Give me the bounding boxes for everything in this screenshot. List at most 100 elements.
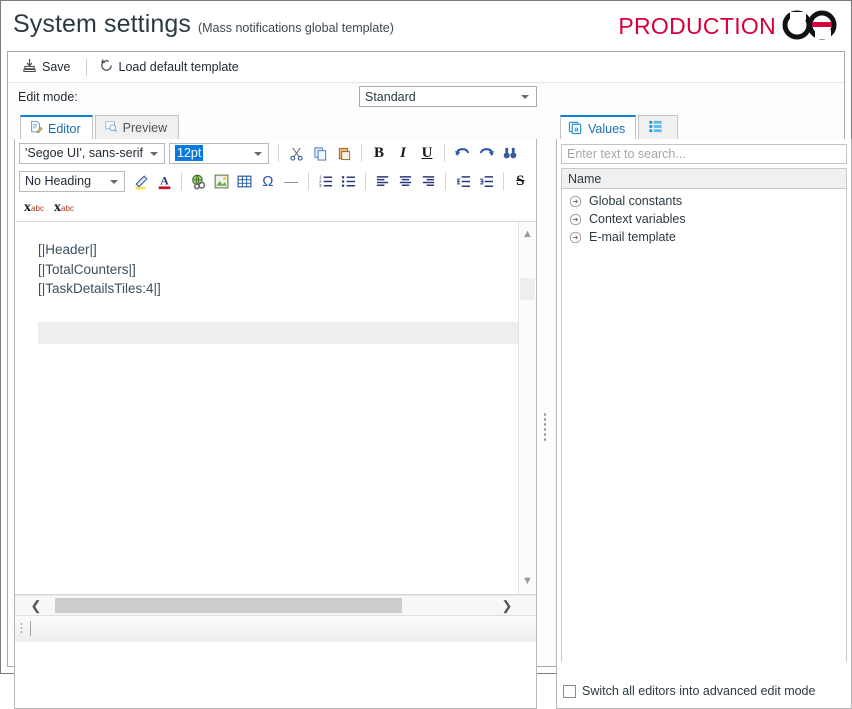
insert-link-icon[interactable] [187, 169, 210, 193]
rich-text-toolbar: 'Segoe UI', sans-serif 12pt B I U No Hea… [15, 139, 536, 222]
content-line: [|Header|] [38, 242, 97, 257]
expand-arrow-icon[interactable] [569, 231, 582, 244]
italic-icon[interactable]: I [391, 141, 415, 165]
content-placeholder-block [38, 322, 523, 344]
page-header: System settings (Mass notifications glob… [1, 1, 851, 51]
highlight-color-icon[interactable] [129, 169, 152, 193]
bullet-list-icon[interactable] [337, 169, 360, 193]
advanced-edit-mode-checkbox-row[interactable]: Switch all editors into advanced edit mo… [563, 684, 815, 698]
values-frame: Enter text to search... Name Global cons… [556, 139, 852, 709]
grip-handle-icon[interactable] [20, 622, 23, 635]
tab-editor-label: Editor [48, 121, 81, 136]
find-icon[interactable] [498, 141, 522, 165]
tree-item-email-template[interactable]: E-mail template [562, 228, 846, 246]
toolbar-divider [502, 172, 504, 190]
strikethrough-icon[interactable]: S [509, 169, 532, 193]
tab-preview[interactable]: Preview [94, 115, 180, 139]
logo-text: PRODUCTION [618, 13, 776, 39]
toolbar-divider [180, 172, 182, 190]
special-character-icon[interactable]: Ω [256, 169, 279, 193]
toolbar-divider [307, 172, 309, 190]
cut-icon[interactable] [284, 141, 308, 165]
chevron-down-icon [521, 95, 529, 99]
underline-icon[interactable]: U [415, 141, 439, 165]
tab-editor[interactable]: Editor [20, 115, 93, 140]
insert-table-icon[interactable] [233, 169, 256, 193]
tab-properties[interactable] [638, 115, 679, 139]
align-left-icon[interactable] [371, 169, 394, 193]
editor-horizontal-scrollbar[interactable]: ❮ ❯ [15, 595, 536, 615]
page-subtitle: (Mass notifications global template) [197, 21, 394, 35]
tree-item-global-constants[interactable]: Global constants [562, 192, 846, 210]
edit-mode-value: Standard [365, 89, 416, 104]
undo-icon[interactable] [450, 141, 474, 165]
edit-mode-label: Edit mode: [18, 90, 78, 104]
search-input[interactable]: Enter text to search... [561, 144, 847, 164]
font-size-select[interactable]: 12pt [169, 142, 269, 164]
paste-icon[interactable] [332, 141, 356, 165]
edit-mode-select[interactable]: Standard [359, 86, 537, 107]
scroll-right-icon[interactable]: ❯ [496, 596, 518, 615]
expand-arrow-icon[interactable] [569, 213, 582, 226]
font-color-icon[interactable]: A [153, 169, 176, 193]
scroll-up-icon[interactable]: ▲ [519, 225, 536, 242]
horizontal-scroll-thumb[interactable] [55, 598, 402, 613]
revert-arrow-icon [99, 58, 114, 76]
edit-mode-row: Edit mode: Standard [8, 83, 844, 113]
align-center-icon[interactable] [394, 169, 417, 193]
subscript-icon[interactable]: x abc [49, 196, 79, 220]
rte-toolbar-row-1: 'Segoe UI', sans-serif 12pt B I U [15, 139, 536, 167]
scroll-down-icon[interactable]: ▼ [519, 572, 536, 589]
editor-vertical-scrollbar[interactable]: ▲ ▼ [518, 222, 536, 594]
vertical-scroll-thumb[interactable] [520, 278, 535, 300]
search-placeholder: Enter text to search... [567, 147, 686, 161]
superscript-icon[interactable]: x abc [19, 196, 49, 220]
application-window: System settings (Mass notifications glob… [0, 0, 852, 709]
panel-splitter[interactable] [543, 412, 547, 442]
editor-canvas[interactable]: [|Header|] [|TotalCounters|] [|TaskDetai… [15, 222, 536, 595]
insert-image-icon[interactable] [210, 169, 233, 193]
heading-select[interactable]: No Heading [19, 170, 126, 192]
tree-item-label: E-mail template [589, 230, 676, 244]
page-title: System settings [13, 10, 191, 38]
toolbar-divider [361, 144, 362, 162]
redo-icon[interactable] [474, 141, 498, 165]
title-group: System settings (Mass notifications glob… [13, 10, 394, 39]
tree-item-context-variables[interactable]: Context variables [562, 210, 846, 228]
column-header-name[interactable]: Name [562, 169, 846, 189]
increase-indent-icon[interactable] [475, 169, 498, 193]
content-line: [|TaskDetailsTiles:4|] [38, 281, 161, 297]
rte-toolbar-row-2: No Heading A Ω — 1 2 3 S [15, 167, 536, 195]
toolbar-divider [278, 144, 279, 162]
values-column: a Values Enter text to search... Name Gl… [556, 114, 852, 709]
tab-values[interactable]: a Values [560, 115, 637, 140]
column-header-name-label: Name [568, 171, 602, 186]
copy-icon[interactable] [308, 141, 332, 165]
horizontal-rule-icon[interactable]: — [279, 169, 302, 193]
font-size-value: 12pt [175, 145, 204, 161]
chevron-down-icon [254, 151, 262, 156]
save-button[interactable]: Save [18, 56, 78, 78]
toolbar-divider [444, 144, 445, 162]
content-line: [|TotalCounters|] [38, 261, 136, 277]
numbered-list-icon[interactable]: 1 2 3 [314, 169, 337, 193]
bold-icon[interactable]: B [367, 141, 391, 165]
toolbar-divider [364, 172, 366, 190]
text-caret [30, 621, 31, 636]
expand-arrow-icon[interactable] [569, 195, 582, 208]
rte-toolbar-row-3: x abc x abc [15, 195, 536, 221]
align-right-icon[interactable] [417, 169, 440, 193]
toolbar-divider [85, 58, 87, 76]
chevron-down-icon [110, 179, 119, 184]
document-edit-icon [29, 120, 43, 137]
editor-column: Editor Preview 'Segoe UI', sans-serif 12… [14, 114, 537, 709]
scroll-left-icon[interactable]: ❮ [25, 596, 47, 615]
heading-value: No Heading [25, 174, 92, 188]
decrease-indent-icon[interactable] [451, 169, 474, 193]
save-disk-icon [22, 58, 37, 76]
font-family-select[interactable]: 'Segoe UI', sans-serif [19, 142, 165, 164]
advanced-edit-mode-checkbox[interactable] [563, 684, 576, 698]
action-toolbar: Save Load default template [8, 52, 844, 83]
load-default-template-button[interactable]: Load default template [95, 56, 246, 78]
load-default-template-label: Load default template [118, 60, 239, 74]
